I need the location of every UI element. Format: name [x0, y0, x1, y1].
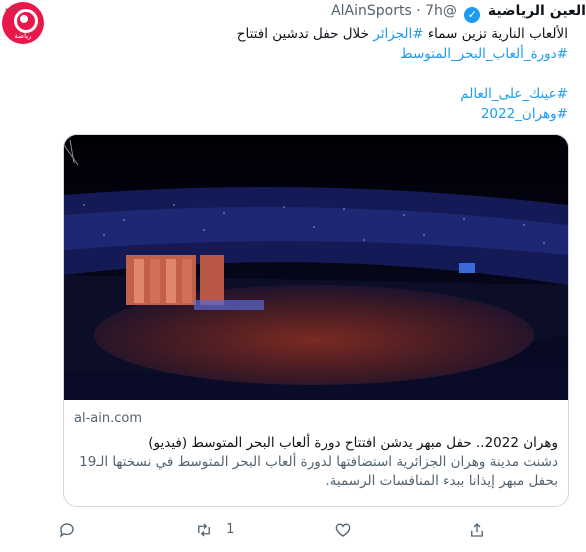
tweet[interactable]: رياضة العين الرياضية ✓ @AlAinSports · 7h…	[0, 0, 586, 552]
verified-badge-icon: ✓	[464, 7, 481, 23]
more-options-icon[interactable]: ···	[4, 0, 22, 19]
hashtag-eye-on-world[interactable]: #عينك_على_العالم	[460, 86, 568, 102]
tweet-text-start: الألعاب النارية تزين سماء	[423, 26, 568, 42]
share-icon	[471, 522, 483, 537]
tweet-actions: 1	[58, 518, 538, 542]
card-domain: al-ain.com	[74, 411, 142, 426]
tweet-text-end: خلال حفل تدشين افتتاح	[236, 26, 374, 42]
card-title: وهران 2022.. حفل مبهر يدشن افتتاح دورة أ…	[148, 435, 558, 451]
hashtag-oran-2022[interactable]: #وهران_2022	[481, 106, 568, 122]
reply-button[interactable]	[58, 518, 76, 542]
heart-icon	[335, 523, 351, 537]
avatar-label: رياضة	[14, 32, 32, 40]
card-image[interactable]	[64, 135, 568, 400]
hashtag-algeria[interactable]: #الجزائر	[373, 26, 423, 42]
link-card[interactable]: al-ain.com وهران 2022.. حفل مبهر يدشن اف…	[63, 134, 569, 507]
author-name[interactable]: العين الرياضية	[488, 3, 586, 19]
retweet-count: 1	[226, 522, 235, 537]
retweet-button[interactable]: 1	[194, 518, 234, 542]
tweet-header: العين الرياضية ✓ @AlAinSports · 7h	[58, 0, 586, 23]
stadium-photo	[64, 135, 568, 400]
like-button[interactable]	[334, 518, 352, 542]
tweet-line-1: الألعاب النارية تزين سماء #الجزائر خلال …	[58, 24, 568, 44]
card-meta: al-ain.com وهران 2022.. حفل مبهر يدشن اف…	[74, 411, 558, 491]
share-button[interactable]	[468, 518, 486, 542]
retweet-icon	[198, 523, 210, 536]
tweet-time[interactable]: 7h	[425, 3, 443, 19]
reply-icon	[59, 522, 74, 538]
tweet-text: الألعاب النارية تزين سماء #الجزائر خلال …	[58, 24, 568, 124]
separator: ·	[416, 3, 421, 19]
card-description: دشنت مدينة وهران الجزائرية استضافتها لدو…	[79, 454, 558, 489]
hashtag-mediterranean-games[interactable]: #دورة_ألعاب_البحر_المتوسط	[400, 46, 568, 62]
